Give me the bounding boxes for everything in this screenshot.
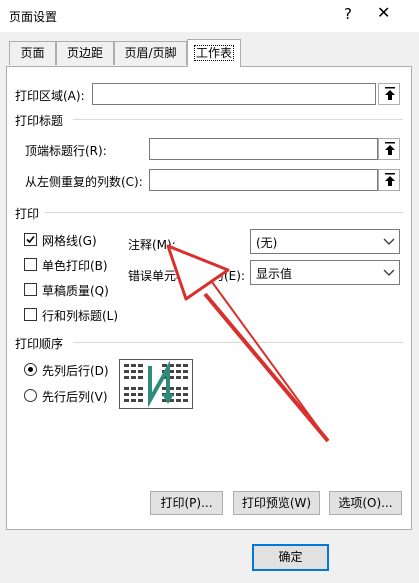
chevron-down-icon xyxy=(383,238,395,245)
cell-errors-value: 显示值 xyxy=(256,267,293,281)
print-area-collapse-button[interactable] xyxy=(378,83,400,105)
help-icon[interactable]: ? xyxy=(344,5,352,23)
radio-dot xyxy=(28,367,33,372)
close-icon[interactable]: ✕ xyxy=(377,3,390,22)
cell-errors-label: 错误单元格打印为(E): xyxy=(128,269,245,283)
print-preview-button[interactable]: 打印预览(W) xyxy=(233,491,320,515)
gridlines-label: 网格线(G) xyxy=(42,234,97,248)
collapse-icon xyxy=(385,173,395,186)
gridlines-checkbox[interactable] xyxy=(24,233,37,246)
title-rows-label: 顶端标题行(R): xyxy=(25,144,107,158)
page-order-diagram xyxy=(124,360,188,408)
comments-select[interactable]: (无) xyxy=(250,229,400,254)
comments-label: 注释(M): xyxy=(128,238,176,252)
divider xyxy=(73,119,403,120)
title-cols-collapse-button[interactable] xyxy=(378,169,400,191)
down-then-over-label: 先列后行(D) xyxy=(42,364,109,378)
draft-quality-checkbox[interactable] xyxy=(24,283,37,296)
print-button[interactable]: 打印(P)... xyxy=(150,491,223,515)
over-then-down-label: 先行后列(V) xyxy=(42,390,108,404)
tab-margins[interactable]: 页边距 xyxy=(56,41,114,65)
tab-label: 页边距 xyxy=(66,46,103,60)
row-col-headings-checkbox[interactable] xyxy=(24,308,37,321)
page-order-group-label: 打印顺序 xyxy=(15,337,64,351)
page-order-preview xyxy=(119,359,193,409)
divider xyxy=(73,342,403,343)
comments-value: (无) xyxy=(256,236,278,250)
chevron-down-icon xyxy=(383,269,395,276)
dialog-title: 页面设置 xyxy=(9,10,58,24)
options-button[interactable]: 选项(O)... xyxy=(329,491,402,515)
tab-label: 页眉/页脚 xyxy=(124,46,177,60)
title-rows-collapse-button[interactable] xyxy=(378,138,400,160)
over-then-down-radio[interactable] xyxy=(24,389,37,402)
print-titles-group-label: 打印标题 xyxy=(15,114,64,128)
watermark-logo xyxy=(300,541,410,581)
print-area-input[interactable] xyxy=(92,83,376,105)
title-rows-input[interactable] xyxy=(149,138,378,160)
draft-quality-label: 草稿质量(Q) xyxy=(42,284,109,298)
checkmark-icon xyxy=(26,235,35,244)
down-then-over-radio[interactable] xyxy=(24,363,37,376)
black-white-checkbox[interactable] xyxy=(24,258,37,271)
print-area-label: 打印区域(A): xyxy=(15,89,85,103)
print-group-label: 打印 xyxy=(15,207,40,221)
tab-sheet[interactable]: 工作表 xyxy=(187,39,241,67)
collapse-icon xyxy=(385,142,395,155)
tab-label: 工作表 xyxy=(193,45,235,61)
title-cols-input[interactable] xyxy=(149,169,378,191)
black-white-label: 单色打印(B) xyxy=(42,259,108,273)
tab-label: 页面 xyxy=(20,46,45,60)
collapse-icon xyxy=(385,87,395,100)
cell-errors-select[interactable]: 显示值 xyxy=(250,260,400,285)
divider xyxy=(45,212,403,213)
title-bar: 页面设置 ? ✕ xyxy=(0,0,419,32)
row-col-headings-label: 行和列标题(L) xyxy=(42,309,119,323)
tab-header-footer[interactable]: 页眉/页脚 xyxy=(114,41,187,65)
tab-page[interactable]: 页面 xyxy=(9,41,56,65)
title-cols-label: 从左侧重复的列数(C): xyxy=(25,175,143,189)
